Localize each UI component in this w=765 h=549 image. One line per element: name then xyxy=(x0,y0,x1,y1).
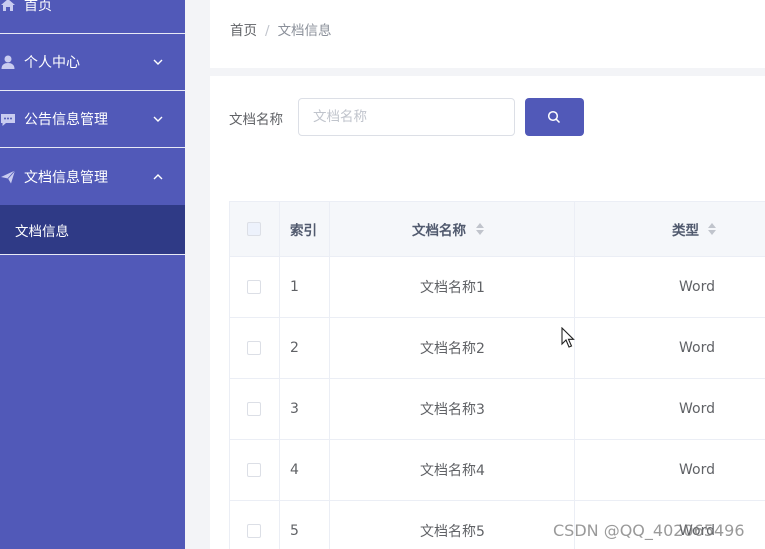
sidebar: 首页 个人中心 公告信息管理 文档信息管理 文档信息 xyxy=(0,0,185,549)
home-icon xyxy=(1,0,15,11)
sidebar-item-label: 文档信息管理 xyxy=(24,169,108,186)
breadcrumb: 首页 / 文档信息 xyxy=(230,19,332,39)
main-content: 首页 / 文档信息 文档名称 索引 xyxy=(185,0,765,549)
content-card: 文档名称 索引 文档名称 xyxy=(210,76,765,549)
search-button[interactable] xyxy=(525,98,584,136)
row-index-cell: 1 xyxy=(280,257,330,317)
row-document-name: 文档名称3 xyxy=(420,402,485,418)
row-document-type: Word xyxy=(679,340,715,356)
row-document-type: Word xyxy=(679,279,715,295)
sort-icon[interactable] xyxy=(475,222,485,236)
row-name-cell: 文档名称3 xyxy=(330,379,575,439)
sidebar-subitem-document-info[interactable]: 文档信息 xyxy=(0,205,185,255)
table-row[interactable]: 4 文档名称4 Word xyxy=(230,440,765,501)
row-select-cell xyxy=(230,257,280,317)
column-header-type: 类型 xyxy=(672,223,699,239)
row-index: 2 xyxy=(290,340,299,356)
row-name-cell: 文档名称2 xyxy=(330,318,575,378)
column-header-index: 索引 xyxy=(290,223,317,239)
row-index: 5 xyxy=(290,523,299,539)
sidebar-subitem-label: 文档信息 xyxy=(15,223,69,240)
row-index: 4 xyxy=(290,462,299,478)
app-window: 首页 个人中心 公告信息管理 文档信息管理 文档信息 首页 / 文档信息 文档名… xyxy=(0,0,765,549)
row-name-cell: 文档名称4 xyxy=(330,440,575,500)
row-select-cell xyxy=(230,440,280,500)
sidebar-item-personal-center[interactable]: 个人中心 xyxy=(0,34,185,91)
row-document-type: Word xyxy=(679,462,715,478)
row-name-cell: 文档名称5 xyxy=(330,501,575,549)
breadcrumb-home-link[interactable]: 首页 xyxy=(230,23,257,39)
row-type-cell: Word xyxy=(575,379,765,439)
mouse-cursor-icon xyxy=(561,327,575,348)
breadcrumb-current: 文档信息 xyxy=(277,23,332,39)
header-select-cell xyxy=(230,202,280,256)
breadcrumb-bar: 首页 / 文档信息 xyxy=(210,0,765,68)
chevron-up-icon xyxy=(153,173,163,179)
table-row[interactable]: 3 文档名称3 Word xyxy=(230,379,765,440)
row-index: 3 xyxy=(290,401,299,417)
search-icon xyxy=(547,110,561,124)
row-select-cell xyxy=(230,318,280,378)
row-document-type: Word xyxy=(679,401,715,417)
sidebar-item-home[interactable]: 首页 xyxy=(0,0,185,34)
row-index-cell: 5 xyxy=(280,501,330,549)
document-table: 索引 文档名称 类型 1 文档名称1 Word 2 文档名称2 Word 3 文… xyxy=(229,201,765,549)
sidebar-item-notice-management[interactable]: 公告信息管理 xyxy=(0,91,185,148)
sort-icon[interactable] xyxy=(707,222,717,236)
row-document-name: 文档名称4 xyxy=(420,463,485,479)
header-index-cell: 索引 xyxy=(280,202,330,256)
chevron-down-icon xyxy=(153,59,163,65)
sidebar-item-label: 公告信息管理 xyxy=(24,112,108,128)
select-all-checkbox[interactable] xyxy=(247,222,261,236)
user-icon xyxy=(1,55,15,69)
row-index-cell: 2 xyxy=(280,318,330,378)
row-checkbox[interactable] xyxy=(247,280,261,294)
row-index-cell: 4 xyxy=(280,440,330,500)
row-document-name: 文档名称5 xyxy=(420,524,485,540)
search-label: 文档名称 xyxy=(229,112,283,128)
table-header-row: 索引 文档名称 类型 xyxy=(230,202,765,257)
row-checkbox[interactable] xyxy=(247,463,261,477)
row-type-cell: Word xyxy=(575,257,765,317)
sidebar-item-label: 个人中心 xyxy=(24,55,80,71)
table-row[interactable]: 2 文档名称2 Word xyxy=(230,318,765,379)
row-document-name: 文档名称2 xyxy=(420,341,485,357)
header-name-cell[interactable]: 文档名称 xyxy=(330,202,575,256)
sidebar-item-document-management[interactable]: 文档信息管理 xyxy=(0,148,185,205)
chat-icon xyxy=(1,114,15,126)
row-type-cell: Word xyxy=(575,318,765,378)
chevron-down-icon xyxy=(153,116,163,122)
document-name-search-input[interactable] xyxy=(298,98,515,136)
header-type-cell[interactable]: 类型 xyxy=(575,202,765,256)
row-checkbox[interactable] xyxy=(247,402,261,416)
row-select-cell xyxy=(230,379,280,439)
row-document-name: 文档名称1 xyxy=(420,280,485,296)
row-checkbox[interactable] xyxy=(247,524,261,538)
table-row[interactable]: 1 文档名称1 Word xyxy=(230,257,765,318)
sidebar-item-label: 首页 xyxy=(24,0,52,14)
row-select-cell xyxy=(230,501,280,549)
row-checkbox[interactable] xyxy=(247,341,261,355)
row-type-cell: Word xyxy=(575,440,765,500)
row-name-cell: 文档名称1 xyxy=(330,257,575,317)
send-icon xyxy=(1,169,16,183)
watermark: CSDN @QQ_402065496 xyxy=(553,521,745,540)
row-index-cell: 3 xyxy=(280,379,330,439)
breadcrumb-separator: / xyxy=(265,23,270,39)
column-header-name: 文档名称 xyxy=(412,223,466,239)
row-index: 1 xyxy=(290,279,299,295)
